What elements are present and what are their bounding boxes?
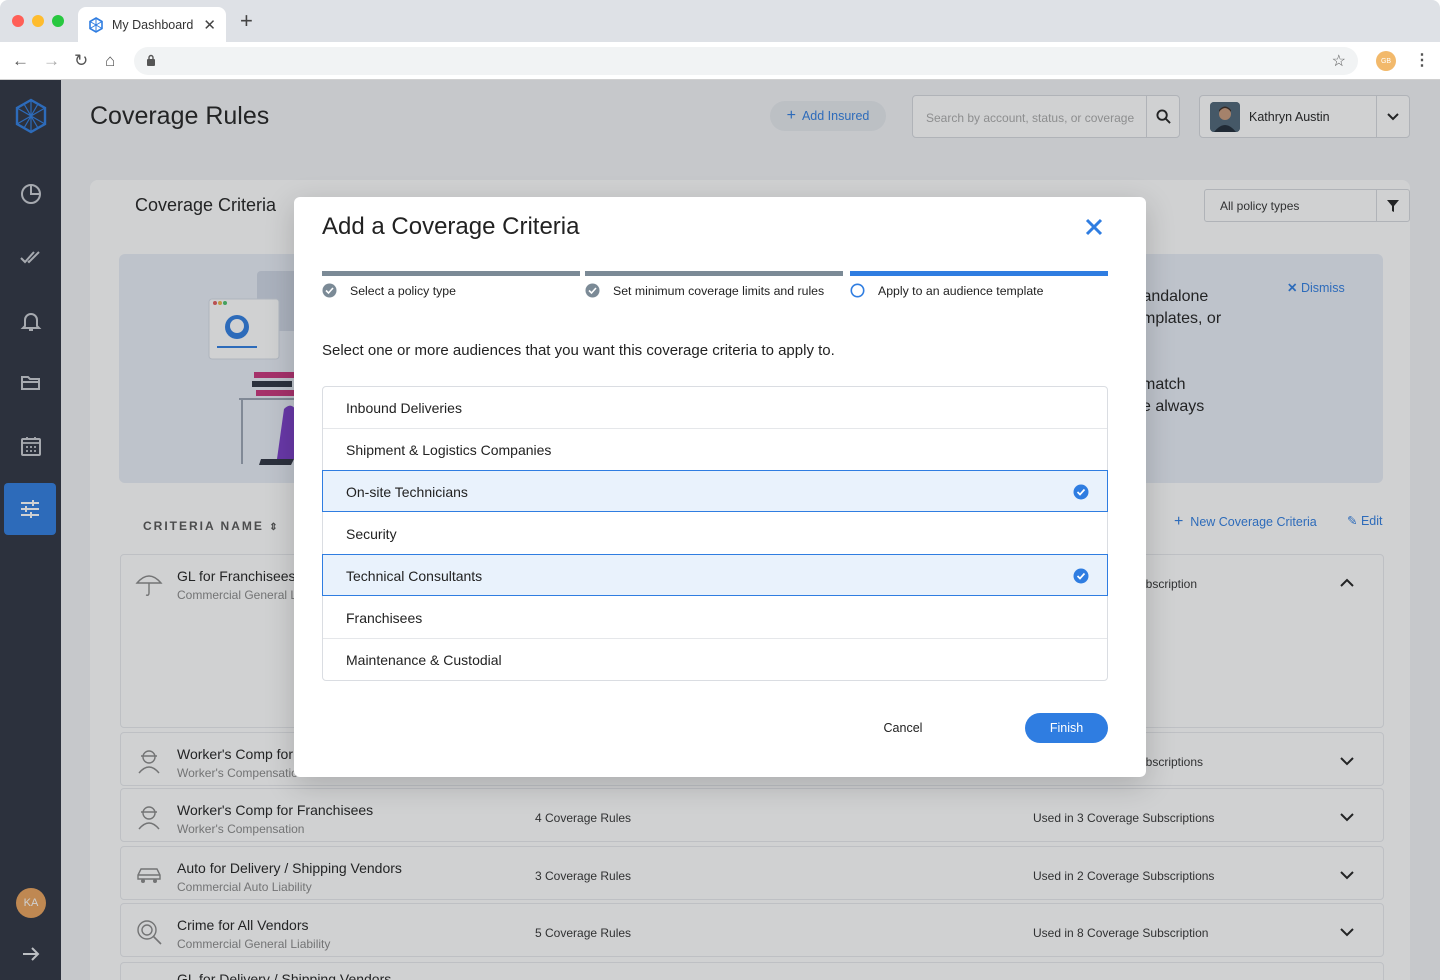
check-circle-icon: [585, 283, 600, 298]
check-circle-icon: [1073, 568, 1089, 584]
step-progress-bar: [585, 271, 843, 276]
add-coverage-criteria-dialog: Add a Coverage Criteria Select a policy …: [294, 197, 1146, 777]
browser-profile-avatar[interactable]: GB: [1376, 51, 1396, 71]
dialog-instructions: Select one or more audiences that you wa…: [322, 342, 835, 359]
audience-option-selected[interactable]: On-site Technicians: [322, 470, 1108, 512]
audience-option[interactable]: Franchisees: [323, 597, 1107, 639]
check-circle-icon: [322, 283, 337, 298]
cancel-button[interactable]: Cancel: [856, 713, 950, 743]
audience-option[interactable]: Inbound Deliveries: [323, 387, 1107, 429]
step-progress-bar: [850, 271, 1108, 276]
dialog-title: Add a Coverage Criteria: [322, 213, 580, 240]
window-controls: [12, 15, 64, 27]
audience-label: Maintenance & Custodial: [346, 652, 502, 668]
step-label: Apply to an audience template: [878, 284, 1044, 298]
audience-list: Inbound Deliveries Shipment & Logistics …: [322, 386, 1108, 681]
step-progress-bar: [322, 271, 580, 276]
forward-icon[interactable]: →: [43, 42, 60, 80]
audience-label: Franchisees: [346, 610, 423, 626]
address-bar: ← → ↻ ⌂ ☆ GB ⋮: [0, 42, 1440, 80]
finish-button[interactable]: Finish: [1025, 713, 1108, 743]
browser-menu-icon[interactable]: ⋮: [1414, 50, 1430, 70]
url-field[interactable]: ☆: [134, 47, 1358, 75]
minimize-window-button[interactable]: [32, 15, 44, 27]
tab-title: My Dashboard: [112, 17, 194, 32]
browser-window: My Dashboard ✕ + ← → ↻ ⌂ ☆ GB ⋮ KA Cover…: [0, 0, 1440, 980]
audience-label: Technical Consultants: [346, 568, 483, 584]
maximize-window-button[interactable]: [52, 15, 64, 27]
audience-label: On-site Technicians: [346, 484, 468, 500]
close-window-button[interactable]: [12, 15, 24, 27]
bookmark-star-icon[interactable]: ☆: [1332, 51, 1346, 71]
lock-icon: [147, 54, 155, 66]
audience-label: Security: [346, 526, 397, 542]
audience-label: Inbound Deliveries: [346, 400, 462, 416]
audience-option[interactable]: Shipment & Logistics Companies: [323, 429, 1107, 471]
step-apply-audience: Apply to an audience template: [850, 271, 1108, 298]
step-select-policy-type: Select a policy type: [322, 271, 580, 298]
audience-option-selected[interactable]: Technical Consultants: [322, 554, 1108, 596]
audience-option[interactable]: Maintenance & Custodial: [323, 639, 1107, 681]
audience-option[interactable]: Security: [323, 513, 1107, 555]
empty-circle-icon: [850, 283, 865, 298]
site-logo-icon: [89, 16, 103, 33]
step-set-limits: Set minimum coverage limits and rules: [585, 271, 843, 298]
new-tab-button[interactable]: +: [240, 10, 253, 32]
close-tab-icon[interactable]: ✕: [203, 16, 216, 34]
close-icon[interactable]: [1082, 215, 1106, 239]
step-label: Select a policy type: [350, 284, 456, 298]
check-circle-icon: [1073, 484, 1089, 500]
tab-bar: My Dashboard ✕ +: [0, 0, 1440, 42]
back-icon[interactable]: ←: [12, 42, 29, 80]
audience-label: Shipment & Logistics Companies: [346, 442, 552, 458]
browser-tab[interactable]: My Dashboard ✕: [78, 7, 226, 42]
home-icon[interactable]: ⌂: [105, 42, 115, 80]
step-label: Set minimum coverage limits and rules: [613, 284, 825, 298]
reload-icon[interactable]: ↻: [74, 42, 88, 80]
